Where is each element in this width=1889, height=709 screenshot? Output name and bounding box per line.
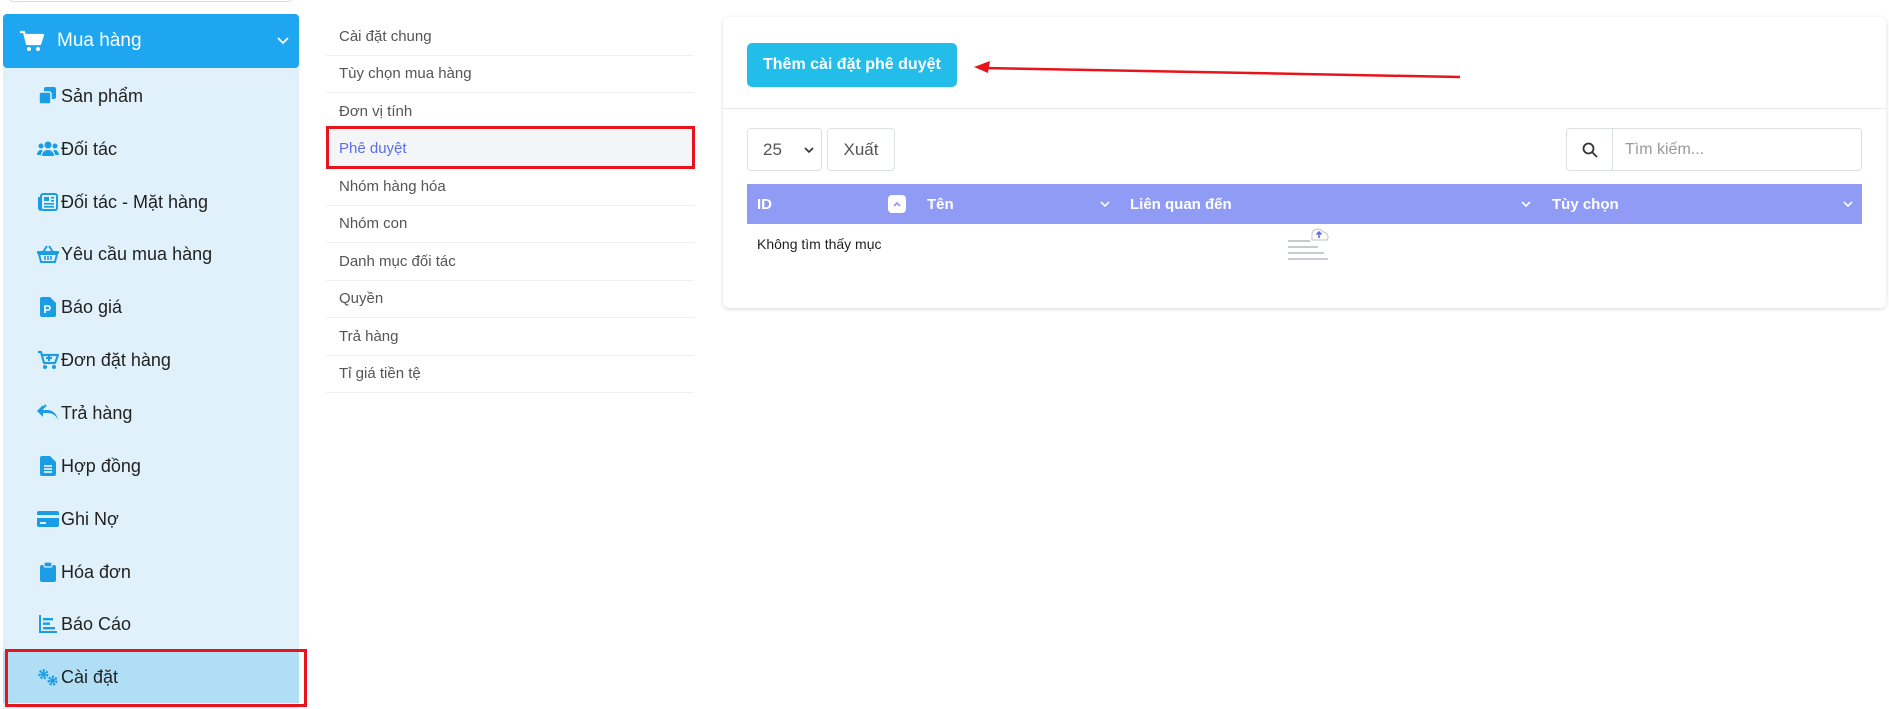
settings-nav-permissions[interactable]: Quyền bbox=[326, 281, 694, 318]
empty-table-message: Không tìm thấy mục bbox=[757, 236, 882, 252]
settings-nav-exchange-rates[interactable]: Tỉ giá tiền tệ bbox=[326, 356, 694, 393]
sidebar-item-label: Hợp đồng bbox=[61, 455, 141, 476]
settings-nav: Cài đặt chung Tùy chọn mua hàng Đơn vị t… bbox=[326, 18, 694, 393]
basket-icon bbox=[37, 243, 59, 265]
column-header-label: ID bbox=[757, 195, 772, 213]
add-approval-setting-button[interactable]: Thêm cài đặt phê duyệt bbox=[747, 43, 957, 87]
quote-file-icon bbox=[37, 296, 59, 318]
sidebar-item-label: Đơn đặt hàng bbox=[61, 349, 171, 370]
export-button[interactable]: Xuất bbox=[827, 128, 895, 171]
sidebar-item-products[interactable]: Sản phẩm bbox=[3, 70, 299, 122]
settings-nav-item-groups[interactable]: Nhóm hàng hóa bbox=[326, 168, 694, 206]
sidebar-item-quotes[interactable]: Báo giá bbox=[3, 281, 299, 333]
sidebar-item-label: Hóa đơn bbox=[61, 561, 131, 582]
credit-card-icon bbox=[37, 508, 59, 530]
search-input[interactable] bbox=[1613, 129, 1861, 170]
sidebar-item-label: Đối tác bbox=[61, 138, 118, 159]
sidebar-item-purchase-orders[interactable]: Đơn đặt hàng bbox=[3, 334, 299, 386]
column-header-label: Tùy chọn bbox=[1552, 195, 1619, 213]
sidebar-item-debit[interactable]: Ghi Nợ bbox=[3, 493, 299, 545]
table-header: ID Tên Liên quan đến Tùy chọn bbox=[747, 184, 1862, 224]
sidebar-item-label: Trả hàng bbox=[61, 402, 133, 423]
column-header-related-to[interactable]: Liên quan đến bbox=[1120, 184, 1542, 224]
column-header-options[interactable]: Tùy chọn bbox=[1542, 184, 1862, 224]
sidebar-item-returns[interactable]: Trả hàng bbox=[3, 387, 299, 439]
sidebar-item-reports[interactable]: Báo Cáo bbox=[3, 598, 299, 650]
settings-nav-subgroups[interactable]: Nhóm con bbox=[326, 206, 694, 243]
sidebar-item-invoices[interactable]: Hóa đơn bbox=[3, 546, 299, 598]
column-header-label: Liên quan đến bbox=[1130, 195, 1232, 213]
sidebar-submenu: Sản phẩm Đối tác Đối tác - Mặt hàng Yêu … bbox=[3, 68, 299, 709]
sidebar-item-label: Đối tác - Mặt hàng bbox=[61, 191, 209, 212]
newspaper-icon bbox=[37, 191, 59, 213]
file-text-icon bbox=[37, 455, 59, 477]
sidebar-item-partners[interactable]: Đối tác bbox=[3, 123, 299, 175]
sidebar-item-label: Cài đặt bbox=[61, 666, 119, 687]
chevron-down-icon[interactable] bbox=[275, 32, 291, 48]
sidebar-item-settings[interactable]: Cài đặt bbox=[3, 651, 299, 703]
sidebar-item-contracts[interactable]: Hợp đồng bbox=[3, 440, 299, 492]
sidebar-header-label: Mua hàng bbox=[57, 30, 142, 51]
users-icon bbox=[37, 138, 59, 160]
sort-asc-icon bbox=[888, 195, 906, 213]
column-header-id[interactable]: ID bbox=[747, 184, 917, 224]
panel-header: Thêm cài đặt phê duyệt bbox=[723, 17, 1886, 109]
reply-all-icon bbox=[37, 402, 59, 424]
search-box bbox=[1566, 128, 1862, 171]
page-length-value: 25 bbox=[763, 139, 782, 159]
sidebar-item-label: Ghi Nợ bbox=[61, 508, 119, 529]
settings-nav-general[interactable]: Cài đặt chung bbox=[326, 18, 694, 56]
sidebar-item-label: Yêu cầu mua hàng bbox=[61, 243, 213, 264]
sidebar-item-purchase-requests[interactable]: Yêu cầu mua hàng bbox=[3, 228, 299, 280]
settings-nav-approval[interactable]: Phê duyệt bbox=[326, 130, 694, 168]
gears-icon bbox=[37, 666, 59, 688]
sidebar: Mua hàng Sản phẩm Đối tác Đối tác - Mặt … bbox=[0, 0, 300, 709]
page-length-select[interactable]: 25 bbox=[747, 128, 822, 171]
settings-nav-partner-categories[interactable]: Danh mục đối tác bbox=[326, 243, 694, 281]
bar-chart-icon bbox=[37, 613, 59, 635]
settings-nav-returns[interactable]: Trả hàng bbox=[326, 318, 694, 356]
sidebar-header-purchasing[interactable]: Mua hàng bbox=[3, 14, 299, 68]
approval-settings-panel: Thêm cài đặt phê duyệt 25 Xuất ID Tên Li… bbox=[723, 17, 1886, 308]
settings-nav-purchase-options[interactable]: Tùy chọn mua hàng bbox=[326, 56, 694, 93]
chevron-down-icon bbox=[1521, 201, 1531, 208]
sidebar-item-partner-items[interactable]: Đối tác - Mặt hàng bbox=[3, 176, 299, 228]
clipboard-icon bbox=[37, 561, 59, 583]
empty-data-illustration-icon bbox=[1288, 228, 1329, 260]
column-header-name[interactable]: Tên bbox=[917, 184, 1120, 224]
sidebar-item-label: Báo giá bbox=[61, 296, 123, 317]
sidebar-top-stub bbox=[8, 0, 294, 2]
cart-icon bbox=[20, 30, 45, 51]
sidebar-item-label: Báo Cáo bbox=[61, 613, 132, 634]
column-header-label: Tên bbox=[927, 195, 954, 213]
products-icon bbox=[37, 85, 59, 107]
chevron-down-icon bbox=[1100, 201, 1110, 208]
chevron-down-icon bbox=[804, 147, 814, 154]
sidebar-item-label: Sản phẩm bbox=[61, 85, 144, 106]
search-icon-box[interactable] bbox=[1567, 129, 1613, 170]
settings-nav-units[interactable]: Đơn vị tính bbox=[326, 93, 694, 131]
chevron-down-icon bbox=[1843, 201, 1853, 208]
search-icon bbox=[1582, 142, 1598, 158]
cart-plus-icon bbox=[37, 349, 59, 371]
